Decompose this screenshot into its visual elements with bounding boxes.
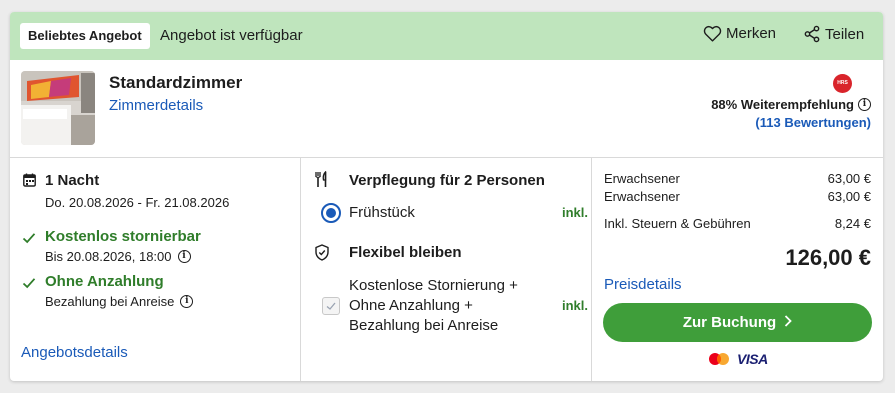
book-button[interactable]: Zur Buchung <box>603 303 872 342</box>
chevron-right-icon <box>784 314 792 331</box>
popular-offer-badge: Beliebtes Angebot <box>20 23 150 49</box>
total-price: 126,00 € <box>785 245 871 270</box>
hrs-logo: HRS <box>833 74 852 93</box>
room-details-link[interactable]: Zimmerdetails <box>109 97 203 114</box>
tax-value: 8,24 € <box>834 216 871 231</box>
calendar-icon <box>23 173 36 192</box>
price-row-label: Erwachsener <box>604 171 680 186</box>
room-header: Standardzimmer Zimmerdetails HRS 88% Wei… <box>10 60 883 158</box>
breakfast-radio[interactable] <box>321 203 341 223</box>
save-label: Merken <box>726 25 777 42</box>
checkmark-icon <box>22 231 36 249</box>
payment-on-arrival-text: Bezahlung bei Anreise <box>45 294 175 309</box>
breakfast-included: inkl. <box>562 205 589 220</box>
share-button[interactable]: Teilen <box>803 25 864 43</box>
flex-title: Flexibel bleiben <box>349 244 462 261</box>
visa-icon: VISA <box>737 351 768 367</box>
room-title: Standardzimmer <box>109 73 243 92</box>
flex-included: inkl. <box>562 298 589 313</box>
flex-description: Kostenlose Stornierung + Ohne Anzahlung … <box>349 276 518 336</box>
offer-banner: Beliebtes Angebot Angebot ist verfügbar … <box>10 12 883 60</box>
price-row-label: Erwachsener <box>604 189 680 204</box>
flex-line: Kostenlose Stornierung + <box>349 277 518 294</box>
share-icon <box>803 25 821 43</box>
cancellation-deadline-text: Bis 20.08.2026, 18:00 <box>45 249 172 264</box>
price-details-link[interactable]: Preisdetails <box>604 276 682 293</box>
flex-line: Ohne Anzahlung + <box>349 297 473 314</box>
cutlery-icon <box>314 170 328 193</box>
share-label: Teilen <box>825 25 865 43</box>
tax-label: Inkl. Steuern & Gebühren <box>604 216 751 231</box>
info-icon[interactable]: i <box>858 98 871 111</box>
flex-checkbox[interactable] <box>322 297 340 315</box>
mastercard-icon <box>708 352 730 371</box>
pricing-column: Erwachsener 63,00 € Erwachsener 63,00 € … <box>592 158 883 381</box>
offer-details-link[interactable]: Angebotsdetails <box>21 344 128 361</box>
checkmark-icon <box>326 302 336 310</box>
price-row-value: 63,00 € <box>827 189 871 204</box>
flex-line: Bezahlung bei Anreise <box>349 317 499 334</box>
recommendation-text: 88% Weiterempfehlung <box>711 97 854 112</box>
shield-icon <box>315 244 329 266</box>
book-button-label: Zur Buchung <box>682 314 777 331</box>
nights-count: 1 Nacht <box>45 172 100 189</box>
catering-title: Verpflegung für 2 Personen <box>349 172 545 189</box>
room-thumbnail[interactable] <box>21 71 95 145</box>
price-row-value: 63,00 € <box>827 171 871 186</box>
info-icon[interactable]: i <box>177 250 191 263</box>
checkmark-icon <box>22 276 36 294</box>
availability-text: Angebot ist verfügbar <box>160 27 303 44</box>
save-button[interactable]: Merken <box>703 25 776 42</box>
stay-details-column: 1 Nacht Do. 20.08.2026 - Fr. 21.08.2026 … <box>10 158 301 381</box>
recommendation-rate: 88% Weiterempfehlung i <box>711 97 871 112</box>
catering-column: Verpflegung für 2 Personen Frühstück ink… <box>301 158 592 381</box>
heart-icon <box>703 25 722 42</box>
free-cancellation-title: Kostenlos stornierbar <box>45 228 201 245</box>
offer-card: Beliebtes Angebot Angebot ist verfügbar … <box>10 12 883 381</box>
payment-on-arrival: Bezahlung bei Anreise i <box>45 294 194 309</box>
info-icon[interactable]: i <box>180 295 194 308</box>
no-deposit-title: Ohne Anzahlung <box>45 273 164 290</box>
stay-dates: Do. 20.08.2026 - Fr. 21.08.2026 <box>45 195 230 210</box>
cancellation-deadline: Bis 20.08.2026, 18:00 i <box>45 249 191 264</box>
reviews-link[interactable]: (113 Bewertungen) <box>755 115 871 130</box>
breakfast-label: Frühstück <box>349 204 415 221</box>
